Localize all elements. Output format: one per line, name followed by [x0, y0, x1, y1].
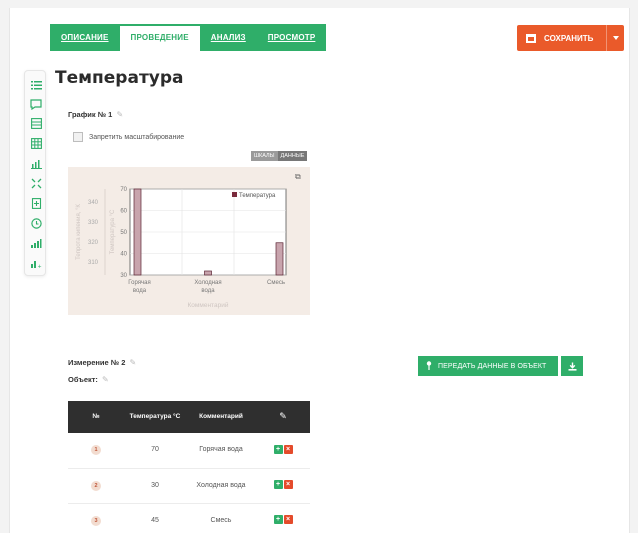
object-label: Объект: — [68, 375, 98, 384]
no-scaling-checkbox[interactable] — [73, 132, 83, 142]
column-header-comment: Комментарий — [199, 413, 243, 420]
y2-tick-label: 320 — [88, 240, 99, 246]
delete-row-icon[interactable]: × — [283, 515, 293, 525]
no-scaling-option: Запретить масштабирование — [73, 132, 184, 142]
list-icon[interactable] — [30, 79, 42, 91]
temperature-chart: Тепрота кипения, °К 310 320 330 340 Температу… — [76, 187, 287, 309]
tab-data[interactable]: ДАННЫЕ — [277, 151, 308, 161]
download-button[interactable] — [561, 356, 583, 376]
legend-label: Температура — [239, 193, 276, 199]
external-link-icon[interactable]: ⧉ — [295, 172, 301, 182]
delete-row-icon[interactable]: × — [283, 480, 293, 490]
row-actions-cell: + × — [256, 503, 310, 533]
signal-chart-icon[interactable] — [30, 237, 42, 249]
bar — [133, 188, 142, 276]
side-toolbar: +2 — [24, 70, 46, 276]
download-icon — [568, 362, 576, 371]
comment-cell[interactable]: Смесь — [186, 503, 256, 533]
no-scaling-label: Запретить масштабирование — [89, 133, 185, 141]
layout-icon[interactable] — [30, 117, 42, 129]
send-data-label: ПЕРЕДАТЬ ДАННЫЕ В ОБЪЕКТ — [438, 362, 547, 370]
add-row-icon[interactable]: + — [273, 480, 283, 490]
row-number-cell: 3 — [68, 503, 124, 533]
save-separator — [606, 25, 607, 51]
graph-title: График № 1 ✎ — [68, 110, 123, 119]
y2-tick-label: 340 — [88, 200, 99, 206]
temperature-cell[interactable]: 45 — [124, 503, 186, 533]
timer-icon[interactable] — [30, 217, 42, 229]
send-data-button[interactable]: ПЕРЕДАТЬ ДАННЫЕ В ОБЪЕКТ — [418, 356, 558, 376]
y2-axis-label: Тепрота кипения, °К — [76, 204, 82, 260]
add-row-icon[interactable]: + — [273, 515, 283, 525]
x-tick-label: Холодная — [194, 280, 221, 286]
row-actions-cell: + × — [256, 433, 310, 469]
pencil-icon[interactable]: ✎ — [116, 110, 123, 119]
x-tick-label: вода — [201, 288, 215, 294]
y-tick-label: 60 — [120, 209, 127, 215]
temperature-cell[interactable]: 70 — [124, 433, 186, 469]
tab-conduct[interactable]: ПРОВЕДЕНИЕ — [119, 24, 200, 51]
x-tick-label: Горячая — [128, 280, 150, 286]
pencil-icon[interactable]: ✎ — [130, 358, 137, 367]
graph-view-tabs: ШКАЛЫ ДАННЫЕ — [251, 151, 308, 161]
comment-cell[interactable]: Горячая вода — [186, 433, 256, 469]
table-row: 1 70 Горячая вода + × — [68, 433, 310, 469]
y-tick-label: 50 — [120, 230, 127, 236]
column-header-number: № — [92, 413, 100, 420]
legend-swatch — [232, 192, 237, 197]
save-button[interactable]: СОХРАНИТЬ — [517, 25, 624, 51]
tab-preview[interactable]: ПРОСМОТР — [257, 24, 327, 51]
save-button-label: СОХРАНИТЬ — [544, 33, 594, 43]
comment-icon[interactable] — [30, 98, 42, 110]
comment-cell[interactable]: Холодная вода — [186, 468, 256, 504]
y-tick-label: 70 — [120, 187, 127, 193]
table-row: 2 30 Холодная вода + × — [68, 468, 310, 504]
bar — [204, 270, 212, 276]
row-number-badge: 2 — [91, 480, 101, 491]
table-row: 3 45 Смесь + × — [68, 503, 310, 533]
row-number-badge: 1 — [91, 445, 101, 456]
svg-text:+2: +2 — [38, 264, 43, 269]
measurements-table: № Температура °С Комментарий ✎ 1 70 Горяча… — [68, 401, 310, 533]
pin-icon — [426, 360, 432, 372]
y-axis-label: Температура °С — [110, 209, 116, 254]
column-header-temperature: Температура °С — [129, 413, 181, 420]
bar — [275, 242, 284, 276]
main-tabs: ОПИСАНИЕ ПРОВЕДЕНИЕ АНАЛИЗ ПРОСМОТР — [50, 24, 327, 51]
measurement-title-text: Измерение № 2 — [68, 358, 126, 367]
y-tick-label: 40 — [120, 252, 127, 258]
pencil-icon[interactable]: ✎ — [279, 411, 287, 421]
measurement-title: Измерение № 2 ✎ — [68, 358, 136, 367]
row-number-cell: 2 — [68, 468, 124, 504]
object-title: Объект: ✎ — [68, 375, 109, 384]
expand-icon[interactable] — [30, 177, 42, 189]
table-icon[interactable] — [30, 137, 42, 149]
row-number-cell: 1 — [68, 433, 124, 469]
bar-chart-icon[interactable] — [30, 157, 42, 169]
page-title: Температура — [55, 68, 184, 88]
tab-analysis[interactable]: АНАЛИЗ — [200, 24, 257, 51]
y-tick-label: 30 — [120, 273, 127, 279]
table-header-row: № Температура °С Комментарий ✎ — [68, 401, 310, 433]
y2-tick-label: 330 — [88, 220, 99, 226]
add-row-icon[interactable]: + — [273, 445, 283, 455]
chevron-down-icon[interactable] — [613, 36, 619, 40]
pencil-icon[interactable]: ✎ — [102, 375, 109, 384]
chart-panel: ⧉ Тепрота кипения, °К 310 320 330 340 Темпера… — [68, 167, 310, 315]
temperature-cell[interactable]: 30 — [124, 468, 186, 504]
delete-row-icon[interactable]: × — [283, 445, 293, 455]
graph-title-text: График № 1 — [68, 110, 113, 119]
x-axis-label: Комментарий — [188, 301, 229, 309]
tab-description[interactable]: ОПИСАНИЕ — [50, 24, 120, 51]
compare-chart-icon[interactable]: +2 — [30, 257, 42, 269]
row-actions-cell: + × — [256, 468, 310, 504]
calendar-icon — [526, 33, 536, 43]
y2-tick-label: 310 — [88, 260, 99, 266]
row-number-badge: 3 — [91, 515, 101, 526]
x-tick-label: Смесь — [267, 280, 285, 286]
tab-scales[interactable]: ШКАЛЫ — [251, 151, 278, 161]
x-tick-label: вода — [133, 288, 147, 294]
add-file-icon[interactable] — [30, 197, 42, 209]
edit-column-header: ✎ — [256, 401, 310, 433]
